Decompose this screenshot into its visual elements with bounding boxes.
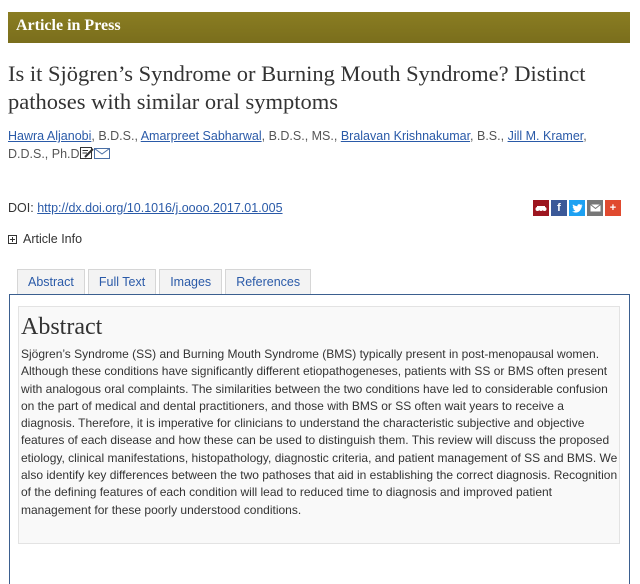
banner-label: Article in Press — [16, 17, 121, 34]
author-link-krishnakumar[interactable]: Bralavan Krishnakumar — [341, 129, 470, 143]
author-degree: , B.S., — [470, 129, 508, 143]
tab-full-text[interactable]: Full Text — [87, 269, 157, 294]
tab-references[interactable]: References — [225, 269, 312, 294]
author-degree: , B.D.S., — [91, 129, 141, 143]
more-icon[interactable]: + — [605, 200, 621, 216]
tab-images[interactable]: Images — [159, 269, 223, 294]
facebook-icon[interactable]: f — [551, 200, 567, 216]
mendeley-icon[interactable] — [533, 200, 549, 216]
author-list: Hawra Aljanobi, B.D.S., Amarpreet Sabhar… — [8, 127, 630, 163]
author-degree: , B.D.S., MS., — [261, 129, 341, 143]
author-link-aljanobi[interactable]: Hawra Aljanobi — [8, 129, 91, 143]
author-link-kramer[interactable]: Jill M. Kramer — [508, 129, 584, 143]
doi-label: DOI: — [8, 201, 34, 215]
email-icon[interactable] — [587, 200, 603, 216]
article-in-press-banner: Article in Press — [8, 12, 630, 43]
doi-link[interactable]: http://dx.doi.org/10.1016/j.oooo.2017.01… — [37, 201, 282, 215]
doi-line: DOI: http://dx.doi.org/10.1016/j.oooo.20… — [8, 201, 283, 215]
share-toolbar: f + — [533, 200, 621, 216]
article-info-label: Article Info — [23, 232, 83, 246]
article-title: Is it Sjögren’s Syndrome or Burning Mout… — [8, 61, 586, 114]
expand-icon — [8, 234, 17, 244]
article-info-toggle[interactable]: Article Info — [8, 232, 82, 246]
tab-abstract[interactable]: Abstract — [17, 269, 85, 294]
content-tabs: Abstract Full Text Images References — [17, 269, 312, 294]
correspondence-edit-icon[interactable] — [79, 146, 94, 159]
abstract-heading: Abstract — [21, 314, 103, 340]
abstract-text: Sjögren’s Syndrome (SS) and Burning Mout… — [21, 347, 618, 517]
twitter-icon[interactable] — [569, 200, 585, 216]
email-author-icon[interactable] — [93, 146, 110, 159]
author-link-sabharwal[interactable]: Amarpreet Sabharwal — [141, 129, 262, 143]
